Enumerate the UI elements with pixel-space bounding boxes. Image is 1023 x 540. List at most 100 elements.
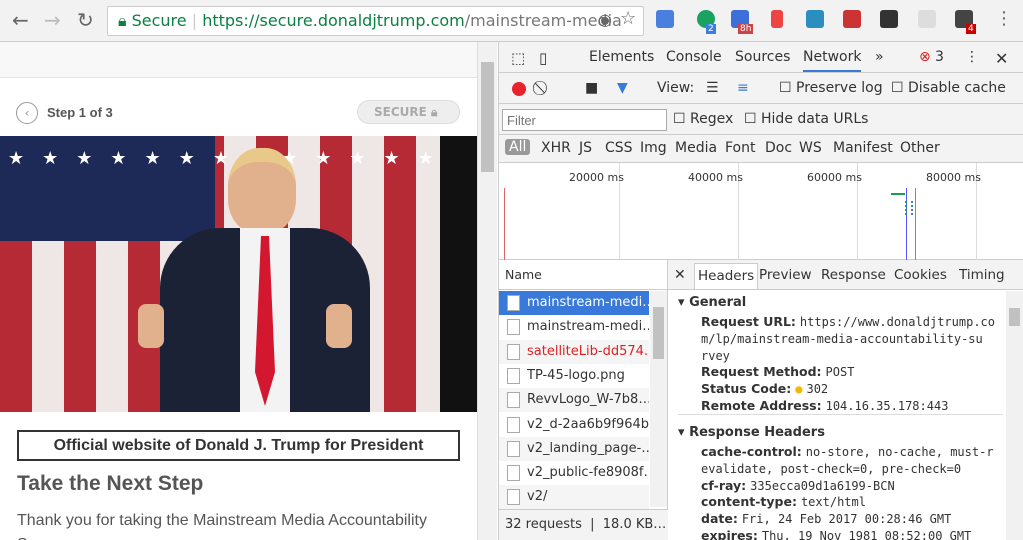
web-page: ‹ Step 1 of 3 SECURE 🔒︎ ★★★★★★★★★★★★★★★★… [0,42,477,540]
request-name: mainstream-medi… [527,319,649,335]
header-line: m/lp/mainstream-media-accountability-su [701,331,983,346]
devtools-tabbar: ⬚ ▯ Elements Console Sources Network » ⊗… [499,42,1023,73]
regex-checkbox[interactable]: ☐ Regex [673,111,733,127]
preserve-log-checkbox[interactable]: ☐ Preserve log [779,80,883,96]
filter-icon[interactable]: ▼ [617,80,628,96]
page-body-text: Thank you for taking the Mainstream Medi… [17,512,427,540]
page-scrollbar[interactable] [477,42,497,540]
type-filter-ws[interactable]: WS [799,140,822,156]
cookie-blocked-icon[interactable]: ◉ [598,10,612,29]
timeline-tick: 60000 ms [807,171,862,184]
more-tabs-icon[interactable]: » [875,49,884,65]
close-devtools-icon[interactable]: ✕ [995,49,1008,68]
header-line: cache-control: no-store, no-cache, must-… [701,444,994,459]
request-row[interactable]: mainstream-medi… [499,315,649,339]
header-line: date: Fri, 24 Feb 2017 00:28:46 GMT [701,511,951,526]
tab-console[interactable]: Console [666,49,722,65]
request-row[interactable]: v2_public-fe8908f… [499,461,649,485]
file-icon [507,440,520,457]
type-filter-other[interactable]: Other [900,140,940,156]
close-detail-icon[interactable]: ✕ [674,267,686,283]
address-bar[interactable]: 🔒︎ Secure | https://secure.donaldjtrump.… [107,6,644,36]
request-list-scrollbar[interactable] [650,291,667,507]
type-filter-css[interactable]: CSS [605,140,633,156]
request-row[interactable]: v2_d-2aa6b9f964b… [499,413,649,437]
network-toolbar: ⃠ ■ ▼ View: ☰ ≡ ☐ Preserve log ☐ Disable… [499,73,1023,104]
detail-scrollbar[interactable] [1006,291,1023,540]
step-indicator: Step 1 of 3 [47,105,113,120]
hero-photo: ★★★★★★★★★★★★★★★★★★ [0,136,477,412]
star-icon[interactable]: ☆ [620,8,636,29]
filter-input[interactable] [502,109,667,131]
request-row[interactable]: satelliteLib-dd574… [499,339,649,364]
hide-data-urls-checkbox[interactable]: ☐ Hide data URLs [744,111,868,127]
error-icon: ⊗ [919,49,931,65]
request-list: Name mainstream-medi… mainstream-medi… sat… [499,260,668,540]
chrome-ext-icon[interactable] [771,10,783,28]
menu-icon[interactable]: ⋮ [995,8,1013,29]
list-view-icon[interactable]: ☰ [706,80,719,96]
type-filter-all[interactable]: All [505,139,531,155]
inspect-icon[interactable]: ⬚ [511,49,525,67]
type-filter-js[interactable]: JS [579,140,592,156]
error-count[interactable]: 3 [935,49,944,65]
detail-tab-cookies[interactable]: Cookies [894,267,947,283]
timeline-tick: 20000 ms [569,171,624,184]
type-filter-doc[interactable]: Doc [765,140,792,156]
detail-tab-headers[interactable]: Headers [694,263,759,289]
detail-tab-timing[interactable]: Timing [959,267,1005,283]
file-icon [507,343,520,360]
ext-badge: 4 [966,24,976,34]
request-summary: 32 requests | 18.0 KB… [499,509,668,540]
back-step-icon[interactable]: ‹ [16,102,38,124]
request-name: mainstream-medi… [527,295,649,310]
inbox-ext-icon[interactable] [880,10,898,28]
type-filter-img[interactable]: Img [640,140,667,156]
general-section-toggle[interactable]: ▾ General [678,295,746,310]
request-row[interactable]: RevvLogo_W-7b8… [499,388,649,413]
header-value: rvey [701,348,730,363]
forward-icon[interactable]: → [44,8,61,32]
header-value: 302 [806,382,829,397]
request-row[interactable]: v2_landing_page-… [499,436,649,461]
tab-elements[interactable]: Elements [589,49,654,65]
type-filter-xhr[interactable]: XHR [541,140,571,156]
capture-screenshot-icon[interactable]: ■ [585,80,598,96]
request-row[interactable]: TP-45-logo.png [499,364,649,388]
detail-tab-response[interactable]: Response [821,267,886,283]
header-value: m/lp/mainstream-media-accountability-su [701,331,983,346]
record-icon[interactable] [512,82,526,96]
reload-icon[interactable]: ↻ [77,8,94,32]
tab-network[interactable]: Network [803,49,862,72]
clip-ext-icon[interactable] [918,10,936,28]
header-line: Status Code: ● 302 [701,381,828,396]
header-key: Status Code: [701,381,792,397]
back-icon[interactable]: ← [12,8,29,32]
type-filter-media[interactable]: Media [675,140,717,156]
header-key: Remote Address: [701,398,822,413]
type-filter-manifest[interactable]: Manifest [833,140,893,156]
detail-tab-preview[interactable]: Preview [759,267,812,283]
disable-cache-checkbox[interactable]: ☐ Disable cache [891,80,1006,96]
translate-ext-icon[interactable] [656,10,674,28]
request-row[interactable]: mainstream-medi… [499,291,649,315]
request-row[interactable]: v2/ [499,485,649,510]
tab-sources[interactable]: Sources [735,49,790,65]
response-headers-toggle[interactable]: ▾ Response Headers [678,425,825,440]
lock-icon: 🔒︎ [118,11,127,30]
file-icon [507,295,520,311]
type-filter-font[interactable]: Font [725,140,755,156]
timeline-tick: 80000 ms [926,171,981,184]
waterfall-view-icon[interactable]: ≡ [737,80,749,96]
header-line: rvey [701,348,730,363]
device-icon[interactable]: ▯ [539,49,547,67]
file-icon [507,465,520,482]
devtools-menu-icon[interactable]: ⋮ [965,49,979,65]
header-value: https://www.donaldjtrump.co [799,315,995,329]
a-ext-icon[interactable] [806,10,824,28]
file-icon [507,416,520,433]
header-value: evalidate, post-check=0, pre-check=0 [701,461,962,476]
book-ext-icon[interactable] [843,10,861,28]
name-column-header[interactable]: Name [499,260,668,290]
status-warning-dot-icon: ● [795,382,803,397]
